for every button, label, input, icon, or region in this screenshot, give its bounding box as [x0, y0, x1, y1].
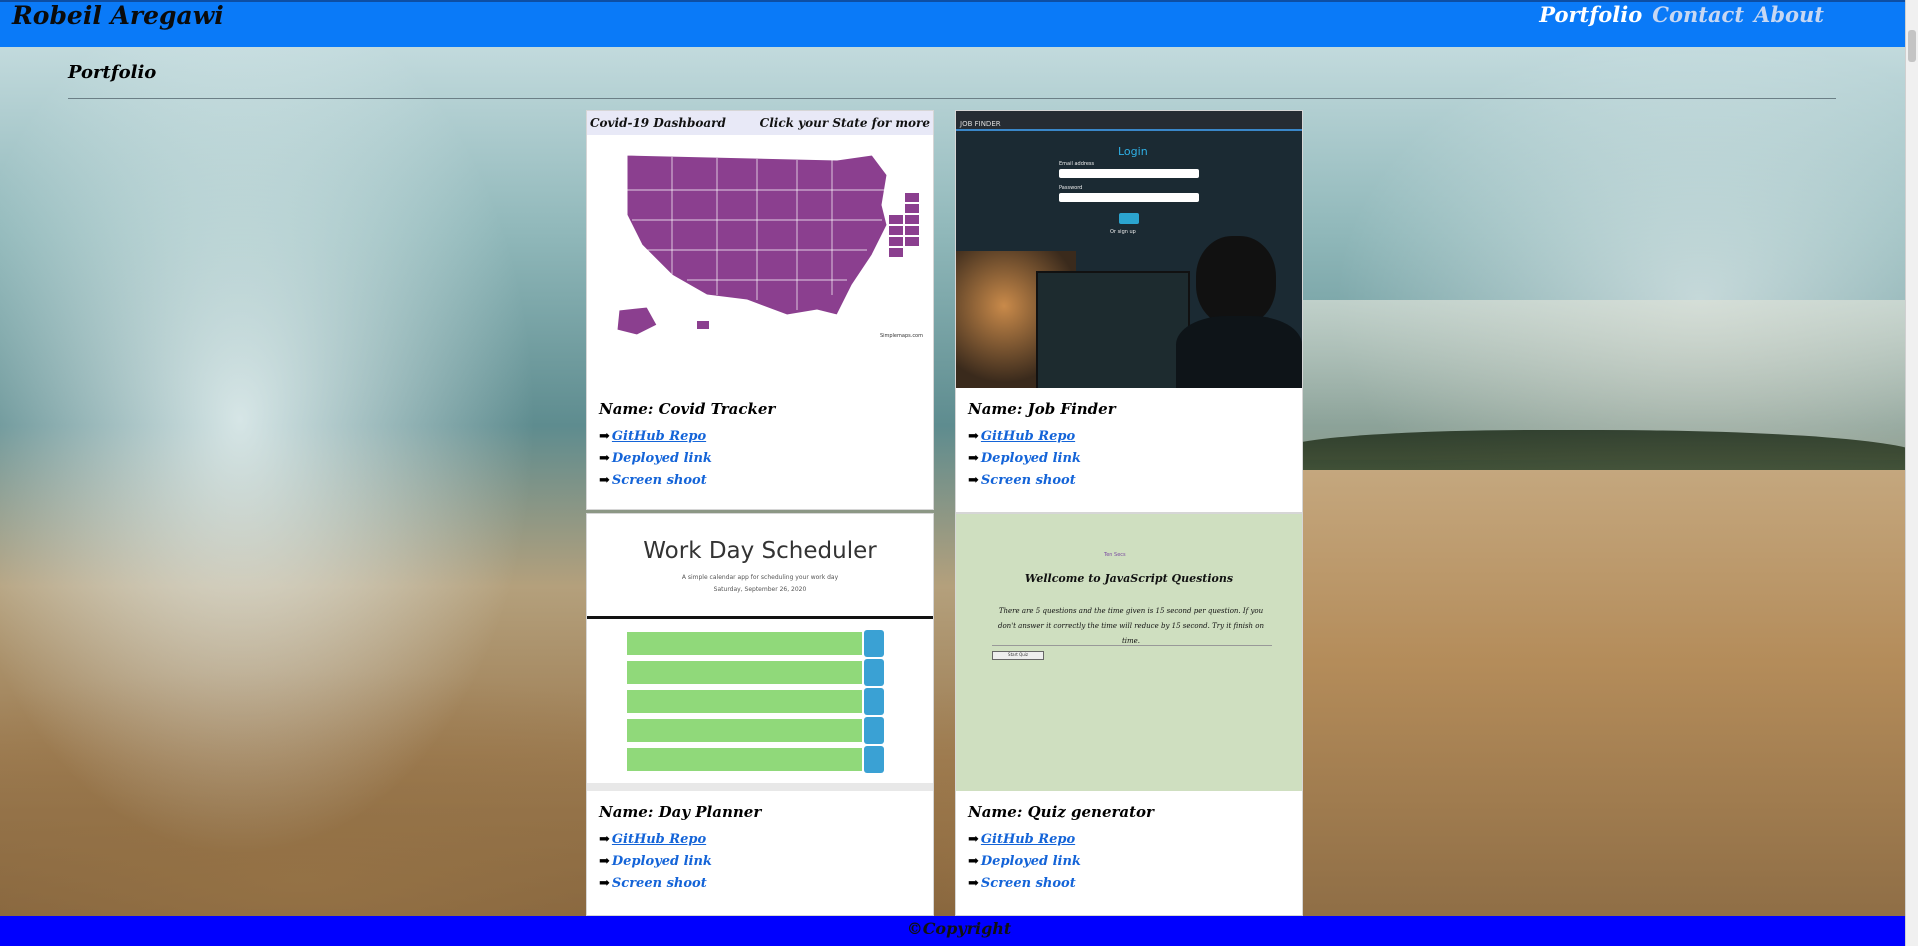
deployed-link[interactable]: Deployed link: [612, 854, 712, 869]
scrollbar-thumb[interactable]: [1908, 30, 1916, 62]
screenshot-title-bar: Covid-19 Dashboard Click your State for …: [587, 111, 933, 135]
save-icon: [864, 746, 884, 773]
project-card-job-finder: JOB FINDER Login Email address Password …: [955, 110, 1303, 513]
email-field: [1059, 169, 1199, 178]
project-name: Name: Quiz generator: [968, 803, 1154, 821]
github-repo-link[interactable]: GitHub Repo: [981, 832, 1075, 847]
photo-person-head: [1196, 236, 1276, 326]
screenshot-link[interactable]: Screen shoot: [612, 876, 707, 891]
screenshot-taskbar: [587, 783, 933, 791]
arrow-icon: ➡: [599, 876, 610, 891]
time-block: [627, 748, 862, 771]
quiz-title: Wellcome to JavaScript Questions: [1024, 572, 1234, 585]
arrow-icon: ➡: [968, 832, 979, 847]
brand-name[interactable]: Robeil Aregawi: [12, 2, 224, 30]
screenshot-link[interactable]: Screen shoot: [981, 876, 1076, 891]
arrow-icon: ➡: [968, 473, 979, 488]
arrow-icon: ➡: [599, 451, 610, 466]
project-name: Name: Job Finder: [968, 400, 1116, 418]
time-block: [627, 690, 862, 713]
arrow-icon: ➡: [968, 854, 979, 869]
time-block: [627, 632, 862, 655]
project-name: Name: Day Planner: [599, 803, 762, 821]
login-title: Login: [1118, 145, 1148, 158]
project-links: ➡ GitHub Repo ➡ Deployed link ➡ Screen shoo…: [599, 829, 933, 895]
quiz-divider: [992, 645, 1272, 646]
footer: ©Copyright: [0, 916, 1918, 946]
planner-subtitle: A simple calendar app for scheduling you…: [681, 574, 839, 581]
deployed-link[interactable]: Deployed link: [981, 451, 1081, 466]
planner-title: Work Day Scheduler: [643, 538, 877, 564]
planner-date: Saturday, September 26, 2020: [713, 586, 807, 593]
save-icon: [864, 659, 884, 686]
nav-link-about[interactable]: About: [1754, 2, 1824, 28]
us-map-image: [616, 154, 919, 336]
save-icon: [864, 688, 884, 715]
signup-text: Or sign up: [1110, 229, 1136, 235]
page-title: Portfolio: [68, 62, 157, 83]
arrow-icon: ➡: [968, 876, 979, 891]
login-button: [1119, 213, 1139, 224]
project-card-day-planner: Work Day Scheduler A simple calendar app…: [586, 513, 934, 916]
project-screenshot[interactable]: Ten Secs Wellcome to JavaScript Question…: [956, 514, 1302, 791]
screenshot-link[interactable]: Screen shoot: [612, 473, 707, 488]
screenshot-left-title: Covid-19 Dashboard: [590, 116, 726, 130]
email-label: Email address: [1059, 161, 1095, 167]
photo-monitor: [1036, 271, 1190, 388]
planner-divider: [587, 616, 933, 619]
photo-person-body: [1176, 316, 1302, 388]
project-card-covid-tracker: Covid-19 Dashboard Click your State for …: [586, 110, 934, 510]
screenshot-link[interactable]: Screen shoot: [981, 473, 1076, 488]
project-card-quiz-generator: Ten Secs Wellcome to JavaScript Question…: [955, 513, 1303, 916]
project-screenshot[interactable]: JOB FINDER Login Email address Password …: [956, 111, 1302, 388]
project-links: ➡ GitHub Repo ➡ Deployed link ➡ Screen shoo…: [968, 426, 1302, 492]
deployed-link[interactable]: Deployed link: [612, 451, 712, 466]
time-block: [627, 719, 862, 742]
title-divider: [68, 98, 1836, 99]
screenshot-topbar: JOB FINDER: [956, 111, 1302, 131]
arrow-icon: ➡: [968, 429, 979, 444]
project-screenshot[interactable]: Work Day Scheduler A simple calendar app…: [587, 514, 933, 791]
start-quiz-button: Start Quiz: [992, 651, 1044, 660]
quiz-timer-text: Ten Secs: [1104, 552, 1126, 558]
project-links: ➡ GitHub Repo ➡ Deployed link ➡ Screen shoo…: [968, 829, 1302, 895]
arrow-icon: ➡: [599, 854, 610, 869]
time-block: [627, 661, 862, 684]
nav-link-contact[interactable]: Contact: [1652, 2, 1744, 28]
screenshot-header-text: JOB FINDER: [960, 120, 1001, 128]
nav-link-portfolio[interactable]: Portfolio: [1539, 2, 1642, 28]
project-screenshot[interactable]: Covid-19 Dashboard Click your State for …: [587, 111, 933, 388]
save-icon: [864, 717, 884, 744]
map-credit: Simplemaps.com: [879, 333, 923, 339]
project-name: Name: Covid Tracker: [599, 400, 776, 418]
arrow-icon: ➡: [599, 473, 610, 488]
copyright-text: ©Copyright: [906, 919, 1012, 938]
github-repo-link[interactable]: GitHub Repo: [981, 429, 1075, 444]
arrow-icon: ➡: [599, 832, 610, 847]
quiz-instructions: There are 5 questions and the time given…: [997, 607, 1265, 645]
nav-links: Portfolio Contact About: [1539, 2, 1824, 28]
password-field: [1059, 193, 1199, 202]
github-repo-link[interactable]: GitHub Repo: [612, 832, 706, 847]
github-repo-link[interactable]: GitHub Repo: [612, 429, 706, 444]
save-icon: [864, 630, 884, 657]
project-links: ➡ GitHub Repo ➡ Deployed link ➡ Screen shoo…: [599, 426, 933, 492]
screenshot-right-title: Click your State for more: [759, 116, 930, 130]
deployed-link[interactable]: Deployed link: [981, 854, 1081, 869]
top-navbar: Robeil Aregawi Portfolio Contact About: [0, 0, 1918, 47]
arrow-icon: ➡: [599, 429, 610, 444]
arrow-icon: ➡: [968, 451, 979, 466]
password-label: Password: [1059, 185, 1083, 191]
page-scrollbar[interactable]: [1905, 0, 1918, 946]
